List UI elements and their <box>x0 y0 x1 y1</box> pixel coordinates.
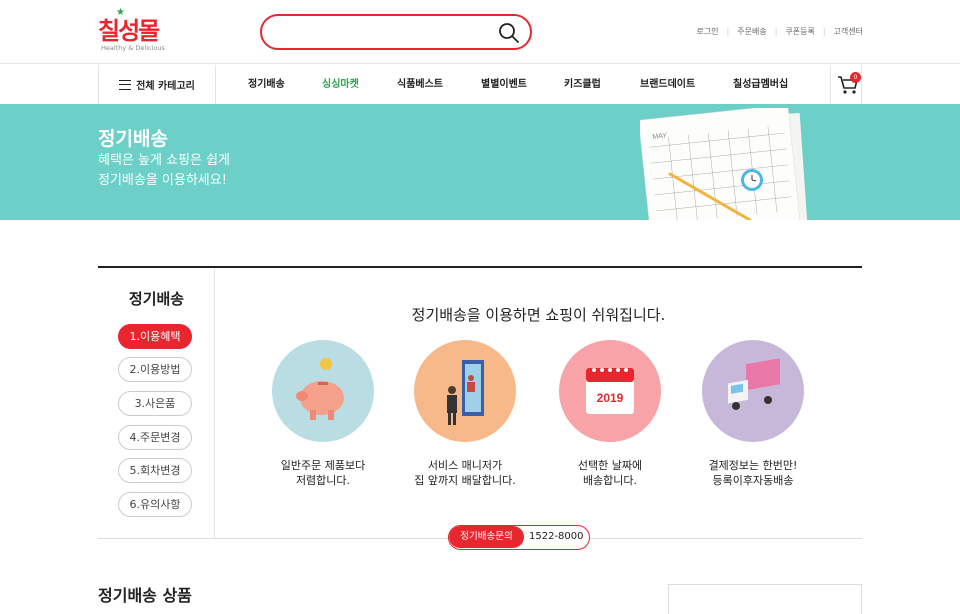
sidebar: 정기배송 1.이용혜택 2.이용방법 3.사은품 4.주문변경 5.회차변경 6… <box>98 268 215 538</box>
feature-caption-line2: 배송합니다. <box>582 474 638 487</box>
feature-caption-line1: 서비스 매니저가 <box>427 459 503 472</box>
feature-caption-line2: 집 앞까지 배달합니다. <box>414 474 516 487</box>
coupon-register-link[interactable]: 쿠폰등록 <box>785 26 814 37</box>
main-nav: 전체 카테고리 정기배송 싱싱마켓 식품베스트 별별이벤트 키즈클럽 브랜드데이… <box>0 65 960 104</box>
site-logo[interactable]: ★ 칠성몰 Healthy & Delicious <box>98 7 168 55</box>
sidebar-item-order-change[interactable]: 4.주문변경 <box>118 425 192 450</box>
calendar-icon: 2019 <box>559 340 661 442</box>
banner-subtitle-line1: 혜택은 높게 쇼핑은 쉽게 <box>98 153 230 168</box>
cart-count-badge: 0 <box>850 72 861 83</box>
calendar-illustration: MAY <box>640 108 808 220</box>
nav-item-brand-date[interactable]: 브랜드데이트 <box>640 65 695 104</box>
logo-text: 칠성몰 <box>98 17 160 45</box>
nav-item-kids-club[interactable]: 키즈클럽 <box>564 65 601 104</box>
utility-links: 로그인 | 주문배송 | 쿠폰등록 | 고객센터 <box>696 26 863 37</box>
delivery-truck-icon <box>702 340 804 442</box>
search-icon[interactable] <box>498 22 520 44</box>
sidebar-item-benefits[interactable]: 1.이용혜택 <box>118 324 192 349</box>
feature-caption: 결제정보는 한번만! 등록이후자동배송 <box>688 458 818 488</box>
feature-caption-line2: 저렴합니다. <box>295 474 351 487</box>
nav-item-food-best[interactable]: 식품베스트 <box>397 65 443 104</box>
cart-button[interactable]: 0 <box>830 65 863 104</box>
search-bar <box>260 14 532 50</box>
feature-caption-line1: 결제정보는 한번만! <box>708 459 798 472</box>
banner-subtitle: 혜택은 높게 쇼핑은 쉽게 정기배송을 이용하세요! <box>98 151 230 191</box>
piggy-bank-icon <box>272 340 374 442</box>
feature-caption-line2: 등록이후자동배송 <box>712 474 794 487</box>
contact-label: 정기배송문의 <box>449 526 524 548</box>
feature-caption-line1: 선택한 날짜에 <box>577 459 643 472</box>
login-link[interactable]: 로그인 <box>696 26 718 37</box>
feature-caption: 일반주문 제품보다 저렴합니다. <box>258 458 388 488</box>
product-panel <box>668 584 862 614</box>
nav-item-subscription[interactable]: 정기배송 <box>248 65 285 104</box>
hamburger-icon <box>119 79 132 90</box>
sidebar-item-gifts[interactable]: 3.사은품 <box>118 391 192 416</box>
sidebar-item-round-change[interactable]: 5.회차변경 <box>118 458 192 483</box>
order-tracking-link[interactable]: 주문배송 <box>737 26 766 37</box>
contact-phone: 1522-8000 <box>529 531 584 542</box>
banner-subtitle-line2: 정기배송을 이용하세요! <box>98 173 227 188</box>
feature-caption: 선택한 날짜에 배송합니다. <box>545 458 675 488</box>
logo-tagline: Healthy & Delicious <box>101 44 165 52</box>
nav-item-fresh-market[interactable]: 싱싱마켓 <box>322 65 359 104</box>
contact-button[interactable]: 정기배송문의 1522-8000 <box>448 525 590 550</box>
top-header: ★ 칠성몰 Healthy & Delicious 로그인 | 주문배송 | 쿠폰등… <box>0 0 960 64</box>
nav-item-events[interactable]: 별별이벤트 <box>481 65 527 104</box>
products-section-title: 정기배송 상품 <box>98 586 192 605</box>
sidebar-item-how-to-use[interactable]: 2.이용방법 <box>118 357 192 382</box>
banner-title: 정기배송 <box>98 128 168 150</box>
all-category-label: 전체 카테고리 <box>136 81 195 92</box>
calendar-year: 2019 <box>597 391 624 405</box>
hero-banner: 정기배송 혜택은 높게 쇼핑은 쉽게 정기배송을 이용하세요! MAY <box>0 104 960 220</box>
search-input[interactable] <box>278 22 488 42</box>
main-heading: 정기배송을 이용하면 쇼핑이 쉬워집니다. <box>411 306 666 324</box>
sidebar-title: 정기배송 <box>128 290 185 308</box>
customer-center-link[interactable]: 고객센터 <box>834 26 863 37</box>
delivery-person-icon <box>414 340 516 442</box>
feature-caption: 서비스 매니저가 집 앞까지 배달합니다. <box>400 458 530 488</box>
feature-caption-line1: 일반주문 제품보다 <box>280 459 366 472</box>
nav-item-membership[interactable]: 칠성급멤버십 <box>733 65 788 104</box>
sidebar-item-notices[interactable]: 6.유의사항 <box>118 492 192 517</box>
all-category-button[interactable]: 전체 카테고리 <box>99 65 216 104</box>
